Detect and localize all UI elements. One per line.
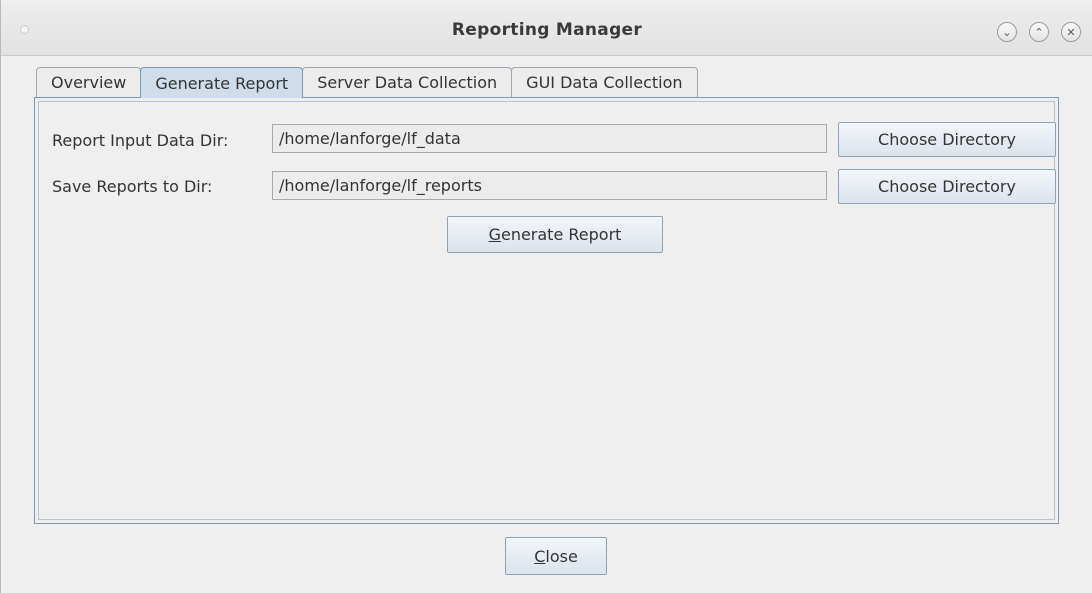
generate-report-button[interactable]: Generate Report [447, 216, 663, 253]
choose-directory-label: Choose Directory [878, 130, 1016, 149]
mnemonic-c: C [534, 546, 546, 566]
choose-input-dir-button[interactable]: Choose Directory [838, 122, 1056, 157]
minimize-button[interactable]: ⌄ [997, 22, 1017, 42]
close-button[interactable]: Close [505, 537, 607, 575]
input-dir-field[interactable] [272, 124, 827, 153]
save-dir-field[interactable] [272, 171, 827, 200]
tab-overview[interactable]: Overview [36, 67, 142, 97]
reporting-manager-window: Reporting Manager ⌄ ⌃ ✕ Overview Generat… [0, 0, 1092, 593]
tab-generate-report[interactable]: Generate Report [140, 67, 304, 98]
title-bar[interactable]: Reporting Manager ⌄ ⌃ ✕ [1, 3, 1092, 56]
save-dir-label: Save Reports to Dir: [52, 177, 213, 196]
mnemonic-g: G [488, 225, 501, 244]
close-icon: ✕ [1066, 25, 1076, 39]
tab-server-data-collection[interactable]: Server Data Collection [302, 67, 513, 97]
maximize-button[interactable]: ⌃ [1029, 22, 1049, 42]
panel-border [38, 101, 1055, 520]
close-label: lose [545, 546, 578, 566]
generate-report-label: enerate Report [500, 225, 622, 244]
chevron-up-icon: ⌃ [1034, 25, 1044, 39]
generate-report-panel: Report Input Data Dir: Choose Directory … [34, 97, 1059, 524]
tab-bar: Overview Generate Report Server Data Col… [36, 67, 698, 98]
close-window-button[interactable]: ✕ [1061, 22, 1081, 42]
tab-gui-data-collection[interactable]: GUI Data Collection [511, 67, 698, 97]
input-dir-label: Report Input Data Dir: [52, 131, 229, 150]
choose-directory-label: Choose Directory [878, 177, 1016, 196]
choose-save-dir-button[interactable]: Choose Directory [838, 169, 1056, 204]
window-title: Reporting Manager [451, 20, 643, 40]
chevron-down-icon: ⌄ [1002, 25, 1012, 39]
